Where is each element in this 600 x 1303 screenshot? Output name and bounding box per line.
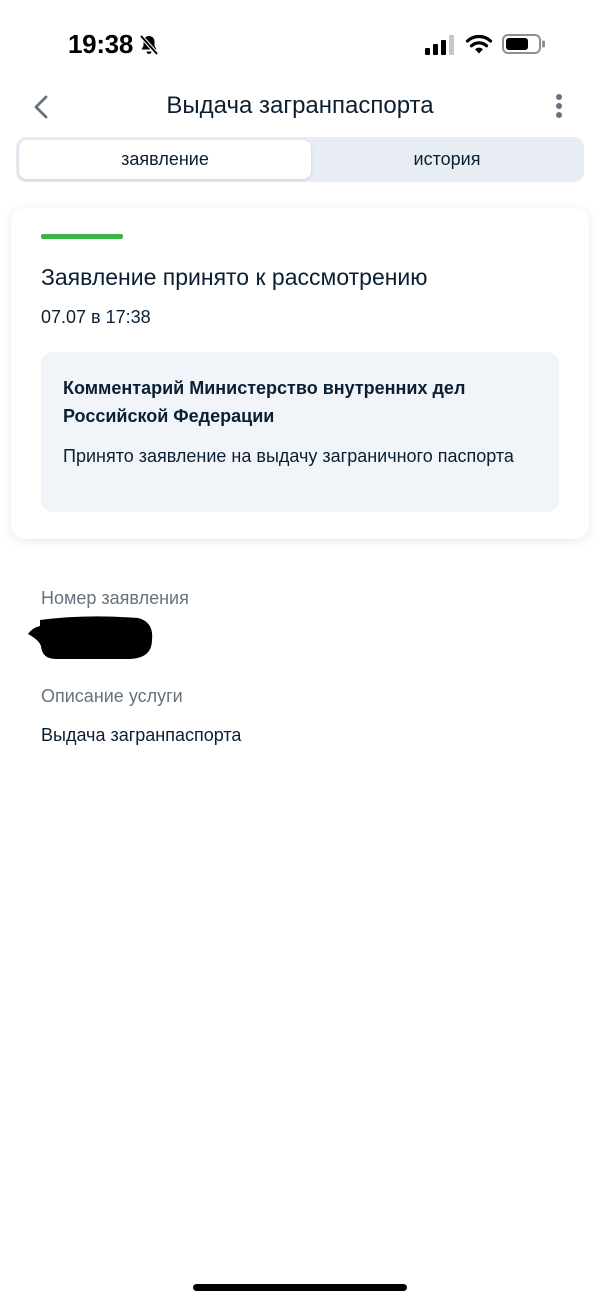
page-title: Выдача загранпаспорта xyxy=(166,92,434,119)
cellular-signal-icon xyxy=(425,35,454,55)
comment-text: Принято заявление на выдачу заграничного… xyxy=(63,446,514,466)
tab-history[interactable]: история xyxy=(313,140,581,179)
status-time: 19:38 xyxy=(68,29,133,59)
wifi-icon xyxy=(465,34,493,54)
bell-slash-icon xyxy=(139,34,159,56)
service-description-value: Выдача загранпаспорта xyxy=(41,725,242,745)
home-indicator xyxy=(193,1284,407,1291)
service-description-label: Описание услуги xyxy=(41,686,183,706)
status-bar: 19:38 xyxy=(0,0,600,88)
tab-application[interactable]: заявление xyxy=(19,140,311,179)
redacted-application-number xyxy=(28,616,153,659)
more-vertical-icon[interactable] xyxy=(548,92,570,122)
status-title: Заявление принято к рассмотрению xyxy=(41,264,428,290)
status-card: Заявление принято к рассмотрению 07.07 в… xyxy=(11,208,589,539)
status-date: 07.07 в 17:38 xyxy=(41,307,151,327)
application-number-label: Номер заявления xyxy=(41,588,189,608)
status-indicator-bar xyxy=(41,234,123,239)
comment-heading: Комментарий Министерство внутренних дел … xyxy=(63,378,466,426)
segmented-tabs: заявление история xyxy=(16,137,584,182)
nav-bar: Выдача загранпаспорта xyxy=(0,86,600,128)
battery-icon xyxy=(502,34,545,54)
comment-box: Комментарий Министерство внутренних дел … xyxy=(41,352,559,512)
